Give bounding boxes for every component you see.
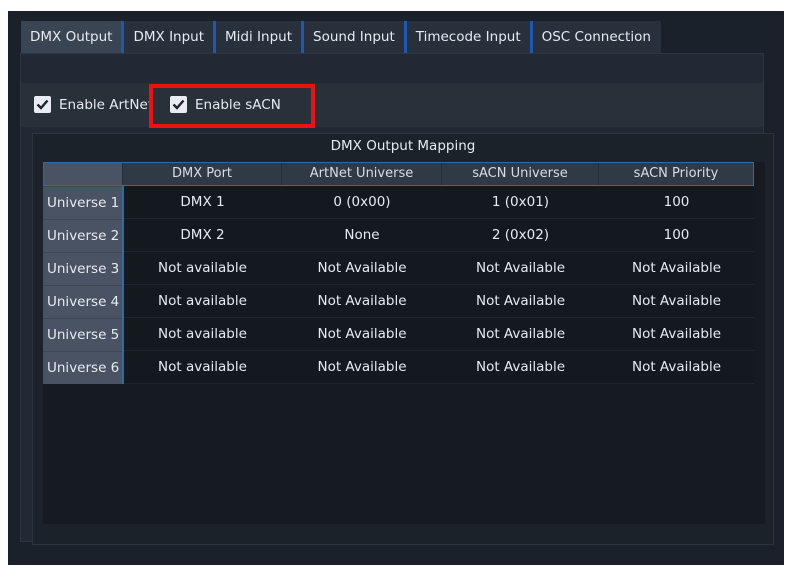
enable-sacn-checkbox[interactable]: Enable sACN	[170, 96, 281, 113]
table-cell[interactable]: 1 (0x01)	[442, 186, 599, 219]
table-cell[interactable]: None	[282, 219, 442, 252]
row-header[interactable]: Universe 4	[43, 285, 123, 318]
table-cell[interactable]: DMX 2	[123, 219, 282, 252]
table-cell[interactable]: 2 (0x02)	[442, 219, 599, 252]
row-header[interactable]: Universe 6	[43, 351, 123, 384]
table-cell[interactable]: Not available	[123, 318, 282, 351]
row-header[interactable]: Universe 5	[43, 318, 123, 351]
mapping-title: DMX Output Mapping	[330, 138, 476, 154]
table-cell[interactable]: Not available	[123, 351, 282, 384]
enable-artnet-checkbox[interactable]: Enable ArtNet	[34, 96, 153, 113]
table-cell[interactable]: Not Available	[599, 318, 754, 351]
enable-sacn-label: Enable sACN	[195, 96, 281, 113]
table-cell[interactable]: Not Available	[442, 351, 599, 384]
table-cell[interactable]: DMX 1	[123, 186, 282, 219]
table-cell[interactable]: Not available	[123, 252, 282, 285]
table-cell[interactable]: Not Available	[282, 285, 442, 318]
table-cell[interactable]: Not Available	[442, 285, 599, 318]
column-header-sacn-universe[interactable]: sACN Universe	[442, 162, 599, 186]
mapping-table: DMX Port ArtNet Universe sACN Universe s…	[43, 162, 765, 524]
tab-bar: DMX Output DMX Input Midi Input Sound In…	[21, 21, 661, 53]
row-header[interactable]: Universe 3	[43, 252, 123, 285]
row-header[interactable]: Universe 1	[43, 186, 123, 219]
column-header-dmx-port[interactable]: DMX Port	[123, 162, 282, 186]
table-cell[interactable]: Not Available	[282, 351, 442, 384]
options-bar: Enable ArtNet Enable sACN	[21, 83, 763, 127]
tab-dmx-output[interactable]: DMX Output	[21, 21, 125, 53]
column-header-sacn-priority[interactable]: sACN Priority	[599, 162, 754, 186]
tab-timecode-input[interactable]: Timecode Input	[406, 21, 533, 53]
table-cell[interactable]: 100	[599, 219, 754, 252]
table-cell[interactable]: Not Available	[282, 252, 442, 285]
table-cell[interactable]: Not available	[123, 285, 282, 318]
table-cell[interactable]: 0 (0x00)	[282, 186, 442, 219]
tab-midi-input[interactable]: Midi Input	[216, 21, 304, 53]
checkmark-icon	[34, 96, 51, 113]
table-cell[interactable]: Not Available	[442, 252, 599, 285]
table-corner	[43, 162, 123, 186]
table-cell[interactable]: Not Available	[599, 285, 754, 318]
dmx-output-mapping-group: DMX Output Mapping DMX Port ArtNet Unive…	[32, 133, 774, 545]
column-header-artnet-universe[interactable]: ArtNet Universe	[282, 162, 442, 186]
row-header[interactable]: Universe 2	[43, 219, 123, 252]
table-cell[interactable]: Not Available	[599, 252, 754, 285]
table-cell[interactable]: Not Available	[282, 318, 442, 351]
enable-artnet-label: Enable ArtNet	[59, 96, 154, 113]
table-cell[interactable]: Not Available	[599, 351, 754, 384]
row-header-divider	[122, 186, 124, 384]
tab-dmx-input[interactable]: DMX Input	[124, 21, 217, 53]
table-cell[interactable]: Not Available	[442, 318, 599, 351]
table-cell[interactable]: 100	[599, 186, 754, 219]
tab-sound-input[interactable]: Sound Input	[304, 21, 407, 53]
tab-osc-connection[interactable]: OSC Connection	[532, 21, 661, 53]
checkmark-icon	[170, 96, 187, 113]
